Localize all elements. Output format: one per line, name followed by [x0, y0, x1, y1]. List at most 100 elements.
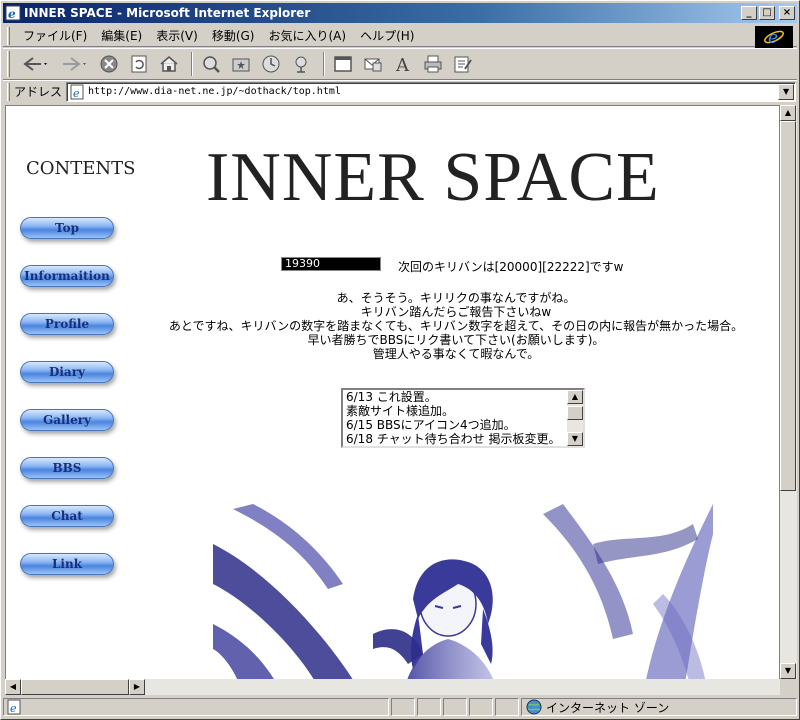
- update-scroll-thumb[interactable]: [567, 406, 583, 420]
- address-label: アドレス: [14, 85, 63, 99]
- nav-diary-button[interactable]: Diary: [20, 361, 114, 383]
- address-bar: アドレス e http://www.dia-net.ne.jp/~dothack…: [3, 80, 797, 102]
- window-title: INNER SPACE - Microsoft Internet Explore…: [24, 6, 311, 20]
- edit-button[interactable]: [450, 51, 476, 77]
- history-button[interactable]: [258, 51, 284, 77]
- page-viewport: CONTENTS Top Informaition Profile Diary …: [5, 105, 780, 695]
- home-icon: [160, 56, 178, 72]
- horizontal-scrollbar[interactable]: ◀ ▶: [5, 679, 780, 695]
- vertical-scrollbar[interactable]: ▲ ▼: [780, 105, 797, 679]
- status-panel: [443, 698, 467, 716]
- forward-button[interactable]: [56, 51, 92, 77]
- menu-edit[interactable]: 編集(E): [94, 27, 149, 44]
- status-panel: [391, 698, 415, 716]
- menu-view[interactable]: 表示(V): [149, 27, 205, 44]
- address-dropdown-button[interactable]: ▼: [778, 83, 795, 100]
- menu-favorites[interactable]: お気に入り(A): [261, 27, 353, 44]
- refresh-button[interactable]: [126, 51, 152, 77]
- notice-line: 管理人やる事なくて暇なんで。: [372, 347, 540, 361]
- page-icon: e: [70, 84, 84, 100]
- font-button[interactable]: A: [390, 51, 416, 77]
- scroll-left-button[interactable]: ◀: [5, 679, 21, 695]
- status-panel: [417, 698, 441, 716]
- scroll-right-button[interactable]: ▶: [129, 679, 145, 695]
- address-input[interactable]: e http://www.dia-net.ne.jp/~dothack/top.…: [66, 81, 797, 102]
- history-icon: [262, 55, 280, 73]
- channels-icon: [295, 56, 307, 73]
- menu-go[interactable]: 移動(G): [205, 27, 262, 44]
- favorites-button[interactable]: [228, 51, 254, 77]
- update-line: 6/18 チャット待ち合わせ 掲示板変更。: [346, 432, 561, 446]
- status-zone-panel: インターネット ゾーン: [521, 698, 797, 716]
- update-line: 素敵サイト様追加。: [346, 404, 455, 418]
- toolbar-separator: [191, 52, 193, 76]
- forward-icon: [63, 57, 86, 71]
- status-panel: [469, 698, 493, 716]
- contents-heading: CONTENTS: [26, 158, 136, 179]
- vertical-scroll-thumb[interactable]: [780, 121, 796, 491]
- channels-button[interactable]: [288, 51, 314, 77]
- ie-logo-icon: e: [755, 26, 793, 48]
- status-panel: [495, 698, 519, 716]
- menu-bar: ファイル(F) 編集(E) 表示(V) 移動(G) お気に入り(A) ヘルプ(H…: [3, 25, 797, 48]
- internet-zone-icon: [526, 699, 542, 715]
- horizontal-scroll-thumb[interactable]: [21, 679, 129, 695]
- back-button[interactable]: [16, 51, 52, 77]
- update-log-scrollbar[interactable]: ▲ ▼: [567, 390, 583, 446]
- update-line: 6/13 これ設置。: [346, 390, 437, 404]
- mail-icon: [364, 58, 382, 72]
- title-bar[interactable]: e INNER SPACE - Microsoft Internet Explo…: [3, 3, 797, 23]
- status-main-panel: e: [3, 698, 389, 716]
- nav-information-button[interactable]: Informaition: [20, 265, 114, 287]
- maximize-button[interactable]: □: [759, 6, 775, 20]
- close-button[interactable]: ×: [779, 6, 795, 20]
- scroll-up-button[interactable]: ▲: [780, 105, 796, 121]
- update-scroll-up-button[interactable]: ▲: [567, 390, 583, 404]
- menu-file[interactable]: ファイル(F): [16, 27, 94, 44]
- home-button[interactable]: [156, 51, 182, 77]
- nav-gallery-button[interactable]: Gallery: [20, 409, 114, 431]
- svg-text:A: A: [395, 55, 410, 74]
- notice-line: あとですね、キリバンの数字を踏まなくても、キリバン数字を超えて、その日の内に報告…: [168, 319, 744, 333]
- nav-top-button[interactable]: Top: [20, 217, 114, 239]
- svg-text:e: e: [10, 702, 17, 715]
- svg-text:e: e: [768, 28, 778, 47]
- stop-button[interactable]: [96, 51, 122, 77]
- ie-app-icon: e: [5, 5, 21, 21]
- scroll-corner: [780, 679, 797, 695]
- mail-button[interactable]: [360, 51, 386, 77]
- update-line: 6/15 BBSにアイコン4つ追加。: [346, 418, 516, 432]
- address-grip: [7, 82, 10, 101]
- scroll-down-button[interactable]: ▼: [780, 663, 796, 679]
- notice-line: あ、そうそう。キリリクの事なんですがね。: [336, 291, 576, 305]
- site-title: INNER SPACE: [206, 139, 660, 216]
- notice-line: 早い者勝ちでBBSにリク書いて下さい(お願いします)。: [307, 333, 605, 347]
- fullscreen-button[interactable]: [330, 51, 356, 77]
- search-icon: [203, 56, 220, 73]
- zone-label: インターネット ゾーン: [546, 700, 670, 715]
- browser-window: e INNER SPACE - Microsoft Internet Explo…: [0, 0, 800, 720]
- update-log-textarea[interactable]: 6/13 これ設置。 素敵サイト様追加。 6/15 BBSにアイコン4つ追加。 …: [341, 388, 585, 448]
- minimize-button[interactable]: _: [741, 6, 757, 20]
- print-icon: [424, 55, 442, 73]
- toolbar-grip: [7, 51, 10, 77]
- print-button[interactable]: [420, 51, 446, 77]
- page-status-icon: e: [7, 699, 21, 715]
- nav-link-button[interactable]: Link: [20, 553, 114, 575]
- notice-line: キリバン踏んだらご報告下さいねw: [360, 305, 552, 319]
- svg-text:e: e: [8, 7, 16, 21]
- fullscreen-icon: [334, 56, 352, 72]
- menu-help[interactable]: ヘルプ(H): [353, 27, 421, 44]
- favorites-icon: [232, 58, 250, 72]
- font-icon: A: [395, 55, 410, 74]
- refresh-icon: [131, 55, 147, 73]
- nav-profile-button[interactable]: Profile: [20, 313, 114, 335]
- update-scroll-down-button[interactable]: ▼: [567, 432, 583, 446]
- address-url: http://www.dia-net.ne.jp/~dothack/top.ht…: [88, 86, 341, 97]
- back-icon: [23, 57, 47, 71]
- nav-chat-button[interactable]: Chat: [20, 505, 114, 527]
- search-button[interactable]: [198, 51, 224, 77]
- stop-icon: [100, 55, 118, 73]
- nav-bbs-button[interactable]: BBS: [20, 457, 114, 479]
- standard-toolbar: A: [3, 48, 797, 80]
